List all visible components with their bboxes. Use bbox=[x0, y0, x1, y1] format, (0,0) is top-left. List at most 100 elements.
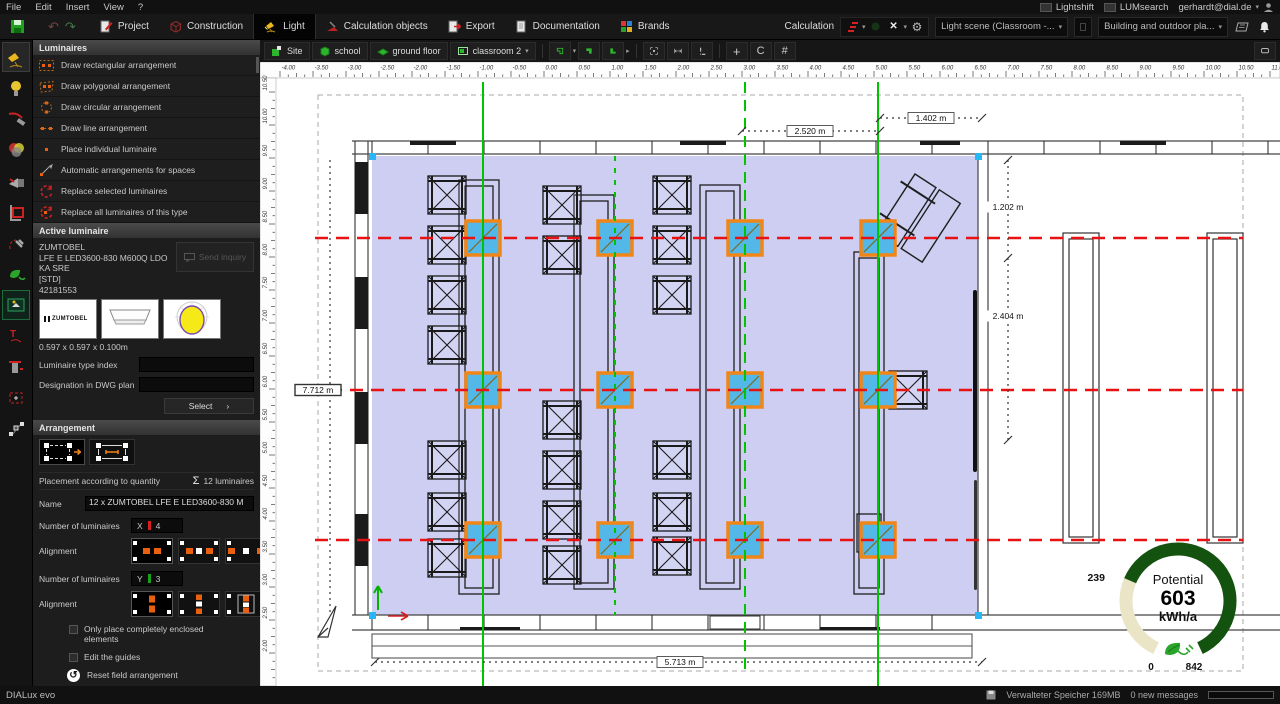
light-distribution-thumb[interactable] bbox=[163, 299, 221, 340]
zoom-fit-button[interactable] bbox=[642, 42, 665, 60]
messages-status[interactable]: 0 new messages bbox=[1130, 690, 1198, 700]
cancel-dropdown-caret[interactable]: ▾ bbox=[904, 23, 908, 31]
rotate-tool-button[interactable]: C bbox=[749, 42, 772, 60]
count-x-label: Number of luminaires bbox=[39, 520, 120, 531]
tool-draw-line-arrangement[interactable]: Draw line arrangement bbox=[33, 118, 260, 139]
breadcrumb-site[interactable]: Site bbox=[264, 42, 310, 60]
enclosed-checkbox[interactable] bbox=[69, 625, 78, 635]
manufacturer-logo-thumb[interactable]: ZUMTOBEL bbox=[39, 299, 97, 340]
menu-item-edit[interactable]: Edit bbox=[35, 2, 51, 13]
move-tool-button[interactable]: + bbox=[725, 42, 748, 60]
align-x-distribute-button[interactable] bbox=[178, 538, 220, 565]
mode-button-column-mode[interactable] bbox=[2, 352, 30, 382]
svg-text:-3.00: -3.00 bbox=[348, 66, 362, 72]
tool-draw-circular-arrangement[interactable]: Draw circular arrangement bbox=[33, 97, 260, 118]
mode-button-nodes-path-mode[interactable] bbox=[2, 414, 30, 444]
view-mode-select[interactable]: Building and outdoor pla... ▾ bbox=[1098, 16, 1228, 37]
mode-button-lamps-mode[interactable] bbox=[2, 73, 30, 103]
tab-calculation-objects[interactable]: Calculation objects bbox=[316, 14, 438, 39]
mode-button-text-annotation-mode[interactable]: T bbox=[2, 321, 30, 351]
align-y-distribute-button[interactable] bbox=[178, 591, 220, 618]
mode-button-luminaires-mode[interactable] bbox=[2, 42, 30, 72]
cad-canvas[interactable]: 2.520 m 1.402 m 1.202 m 2.404 m 5.713 m … bbox=[260, 62, 1280, 686]
account-menu[interactable]: gerhardt@dial.de ▾ bbox=[1178, 2, 1274, 13]
arrangement-name-input[interactable]: 12 x ZUMTOBEL LFE E LED3600-830 M bbox=[85, 496, 254, 512]
count-x-input[interactable]: X 4 bbox=[131, 518, 183, 534]
view-floorcut-caret[interactable]: ▸ bbox=[626, 47, 630, 55]
calculation-dropdown-caret[interactable]: ▾ bbox=[862, 23, 866, 31]
edit-guides-checkbox[interactable] bbox=[69, 652, 78, 662]
start-calculation-button[interactable] bbox=[844, 19, 860, 35]
menu-item-view[interactable]: View bbox=[103, 2, 123, 13]
align-x-center-button[interactable] bbox=[131, 538, 173, 565]
tool-label: Draw line arrangement bbox=[61, 123, 147, 133]
lightshift-button[interactable]: Lightshift bbox=[1039, 2, 1094, 13]
mode-button-energy-mode[interactable] bbox=[2, 259, 30, 289]
reset-field-arrangement-button[interactable]: ↺ Reset field arrangement bbox=[67, 668, 254, 682]
svg-text:6.00: 6.00 bbox=[942, 66, 954, 72]
count-y-input[interactable]: Y 3 bbox=[131, 571, 183, 587]
floor-icon bbox=[376, 48, 389, 56]
tool-place-individual-luminaire[interactable]: Place individual luminaire bbox=[33, 139, 260, 160]
tool-replace-all-luminaires-of-this-type[interactable]: Replace all luminaires of this type bbox=[33, 202, 260, 223]
breadcrumb-room[interactable]: classroom 2 ▾ bbox=[449, 42, 536, 60]
luminaires-panel-title: Luminaires bbox=[39, 42, 88, 53]
breadcrumb-floor[interactable]: ground floor bbox=[369, 42, 448, 60]
cancel-calculation-button[interactable]: ✕ bbox=[886, 19, 902, 35]
light-scene-select[interactable]: Light scene (Classroom -... ▾ bbox=[935, 16, 1069, 37]
mode-button-room-edit-mode[interactable] bbox=[2, 197, 30, 227]
calculation-settings-button[interactable]: ⚙ bbox=[909, 19, 925, 35]
select-luminaire-button[interactable]: Select › bbox=[164, 398, 254, 415]
tool-automatic-arrangements-for-spaces[interactable]: Automatic arrangements for spaces bbox=[33, 160, 260, 181]
tab-documentation[interactable]: Documentation bbox=[505, 14, 610, 39]
grid-toggle-button[interactable]: # bbox=[773, 42, 796, 60]
mode-button-projector-mode[interactable] bbox=[2, 166, 30, 196]
tool-list-scrollbar[interactable] bbox=[256, 57, 259, 73]
tool-draw-rectangular-arrangement[interactable]: Draw rectangular arrangement bbox=[33, 55, 260, 76]
type-index-input[interactable] bbox=[139, 357, 254, 373]
view-solid-button[interactable] bbox=[578, 42, 601, 60]
lumsearch-button[interactable]: LUMsearch bbox=[1103, 2, 1168, 13]
menu-item-file[interactable]: File bbox=[6, 2, 21, 13]
dwg-designation-input[interactable] bbox=[139, 377, 254, 393]
tab-export[interactable]: Export bbox=[438, 14, 505, 39]
align-y-center-button[interactable] bbox=[131, 591, 173, 618]
notifications-button[interactable] bbox=[1256, 19, 1272, 35]
mode-button-joints-mode[interactable] bbox=[2, 104, 30, 134]
tab-project[interactable]: Project bbox=[90, 14, 159, 39]
view-outline-caret[interactable]: ▾ bbox=[573, 47, 577, 55]
annotation-button[interactable] bbox=[690, 42, 713, 60]
mode-button-colors-mode[interactable] bbox=[2, 135, 30, 165]
luminaire-shape-thumb[interactable] bbox=[101, 299, 159, 340]
mode-button-tools-mode[interactable] bbox=[2, 228, 30, 258]
menu-item-[interactable]: ? bbox=[138, 2, 143, 13]
mode-button-selection-frame-mode[interactable] bbox=[2, 383, 30, 413]
redo-button[interactable]: ↷ bbox=[65, 19, 76, 35]
tab-brands[interactable]: Brands bbox=[610, 14, 680, 39]
breadcrumb-building[interactable]: school bbox=[311, 42, 368, 60]
plan-view-button[interactable] bbox=[1234, 19, 1250, 35]
svg-text:8.50: 8.50 bbox=[263, 210, 269, 222]
menu-item-insert[interactable]: Insert bbox=[66, 2, 90, 13]
arrangement-mode-quantity-button[interactable] bbox=[39, 439, 85, 466]
mode-button-scene-image-mode[interactable] bbox=[2, 290, 30, 320]
view-outline-button[interactable] bbox=[548, 42, 571, 60]
fullscreen-button[interactable] bbox=[1254, 42, 1276, 60]
floor-plan-svg[interactable]: 2.520 m 1.402 m 1.202 m 2.404 m 5.713 m … bbox=[260, 62, 1280, 686]
measure-button[interactable] bbox=[666, 42, 689, 60]
undo-button[interactable]: ↶ bbox=[48, 19, 59, 35]
view-floorcut-button[interactable] bbox=[602, 42, 625, 60]
align-y-edges-button[interactable] bbox=[225, 591, 260, 618]
account-label: gerhardt@dial.de bbox=[1178, 1, 1252, 13]
tab-construction[interactable]: Construction bbox=[159, 14, 253, 39]
tool-draw-polygonal-arrangement[interactable]: Draw polygonal arrangement bbox=[33, 76, 260, 97]
tool-replace-selected-luminaires[interactable]: Replace selected luminaires bbox=[33, 181, 260, 202]
svg-text:10.50: 10.50 bbox=[263, 75, 269, 91]
arrangement-body: Placement according to quantity Σ 12 lum… bbox=[33, 435, 260, 686]
send-inquiry-button[interactable]: Send inquiry bbox=[176, 242, 254, 272]
light-scene-edit-button[interactable] bbox=[1074, 16, 1093, 37]
tab-light[interactable]: Light bbox=[253, 14, 316, 39]
align-x-edges-button[interactable] bbox=[225, 538, 260, 565]
save-button[interactable] bbox=[0, 14, 34, 39]
arrangement-mode-spacing-button[interactable] bbox=[89, 439, 135, 466]
